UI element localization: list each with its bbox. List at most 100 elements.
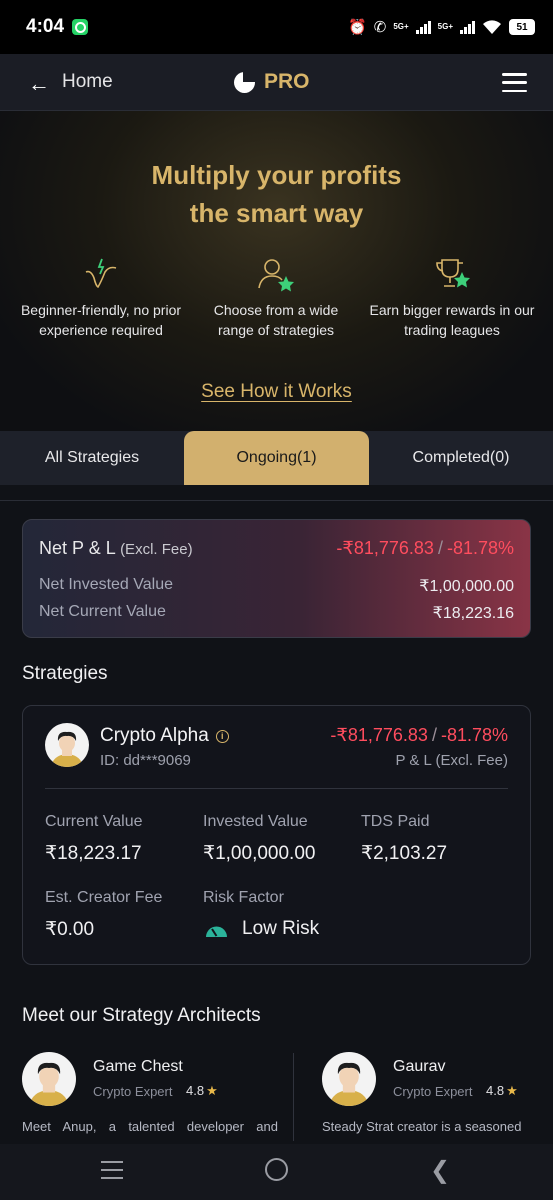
net-current-value: ₹18,223.16	[432, 605, 514, 622]
strategy-id: ID: dd***9069	[100, 752, 191, 769]
net-pnl-percent: -81.78%	[446, 538, 514, 558]
avatar-illustration	[51, 731, 83, 767]
feature-text-line-1: Beginner-friendly, no prior	[20, 302, 182, 318]
see-how-it-works-link[interactable]: See How it Works	[0, 381, 553, 403]
network-label-1: 5G+	[393, 22, 409, 31]
back-chevron-icon[interactable]: ❮	[430, 1156, 450, 1185]
app-header: ← Home PRO	[0, 54, 553, 111]
avatar-illustration	[329, 1062, 369, 1106]
network-label-2: 5G+	[437, 22, 453, 31]
brand-name: PRO	[264, 70, 310, 93]
home-link[interactable]: Home	[62, 71, 113, 93]
net-invested-label: Net Invested Value	[39, 576, 174, 593]
status-icons: ⏰ ✆ 5G+ 5G+ 51	[348, 19, 535, 35]
logo-icon	[234, 71, 255, 93]
signal-icon-2	[460, 20, 475, 34]
feature-text-line-1: Choose from a wide	[213, 302, 339, 318]
hero-banner: Multiply your profits the smart way Begi…	[0, 111, 553, 431]
architect-description: Steady Strat creator is a seasoned	[322, 1119, 522, 1134]
star-icon: ★	[206, 1083, 218, 1098]
tab-all-strategies[interactable]: All Strategies	[0, 431, 184, 485]
risk-factor-value: Low Risk	[242, 918, 320, 939]
architect-name: Gaurav	[393, 1058, 446, 1075]
system-nav-bar: ❮	[0, 1144, 553, 1200]
alarm-icon: ⏰	[348, 18, 367, 36]
avatar	[45, 723, 89, 767]
wifi-icon	[483, 19, 501, 34]
divider	[293, 1053, 294, 1141]
tab-completed[interactable]: Completed(0)	[369, 431, 553, 485]
signal-icon-1	[415, 20, 431, 34]
current-value: ₹18,223.17	[45, 843, 142, 864]
net-pnl-title: Net P & L (Excl. Fee)	[39, 538, 193, 559]
home-circle-icon[interactable]	[265, 1158, 288, 1181]
net-pnl-title-suffix: (Excl. Fee)	[120, 541, 193, 558]
architect-description: Meet Anup, a talented developer and	[22, 1119, 278, 1134]
feature-text-line-1: Earn bigger rewards in our	[369, 302, 535, 318]
net-invested-value: ₹1,00,000.00	[419, 578, 514, 595]
avatar	[322, 1052, 376, 1106]
separator: /	[437, 538, 443, 558]
architect-name: Game Chest	[93, 1058, 183, 1075]
invested-value: ₹1,00,000.00	[203, 843, 316, 864]
hero-title-line-2: the smart way	[189, 198, 364, 228]
architect-card[interactable]: Game Chest Crypto Expert 4.8 ★ Meet Anup,…	[22, 1050, 280, 1150]
status-time: 4:04	[26, 16, 65, 37]
strategy-pnl-percent: -81.78%	[440, 725, 508, 745]
info-icon[interactable]: i	[215, 729, 229, 743]
net-pnl-amount: -₹81,776.83	[336, 538, 434, 558]
hamburger-menu-icon[interactable]	[502, 73, 527, 92]
chart-spark-icon	[85, 258, 117, 289]
net-pnl-value: -₹81,776.83/-81.78%	[336, 538, 514, 559]
strategy-name-text: Crypto Alpha	[100, 725, 209, 746]
trophy-star-icon	[436, 259, 470, 288]
strategy-pnl-amount: -₹81,776.83	[330, 725, 428, 745]
feature-strategies: Choose from a wide range of strategies	[191, 256, 361, 340]
star-icon: ★	[506, 1083, 518, 1098]
hero-title-line-1: Multiply your profits	[151, 160, 402, 190]
tds-paid-label: TDS Paid	[361, 813, 430, 830]
whatsapp-notification-icon	[72, 19, 89, 35]
divider	[0, 500, 553, 501]
risk-factor-label: Risk Factor	[203, 889, 284, 906]
feature-text-line-2: experience required	[39, 322, 163, 338]
rating-value: 4.8	[186, 1083, 205, 1098]
architect-rating: 4.8 ★	[186, 1083, 218, 1099]
tab-ongoing[interactable]: Ongoing(1)	[184, 431, 369, 485]
current-value-label: Current Value	[45, 813, 143, 830]
feature-rewards: Earn bigger rewards in our trading leagu…	[367, 256, 537, 340]
separator: /	[431, 725, 437, 745]
net-current-label: Net Current Value	[39, 603, 166, 620]
net-pnl-card: Net P & L (Excl. Fee) -₹81,776.83/-81.78…	[22, 519, 531, 638]
invested-value-label: Invested Value	[203, 813, 308, 830]
strategy-card[interactable]: Crypto Alpha i ID: dd***9069 -₹81,776.83…	[22, 705, 531, 965]
back-arrow-icon[interactable]: ←	[28, 71, 50, 97]
avatar	[22, 1052, 76, 1106]
architect-role: Crypto Expert	[393, 1084, 473, 1099]
strategy-tabs: All Strategies Ongoing(1) Completed(0)	[0, 431, 553, 485]
strategy-name: Crypto Alpha i	[100, 725, 229, 747]
recent-apps-icon[interactable]	[101, 1161, 123, 1179]
net-pnl-title-text: Net P & L	[39, 538, 116, 558]
strategy-pnl: -₹81,776.83/-81.78%	[330, 725, 508, 746]
creator-fee-label: Est. Creator Fee	[45, 889, 163, 906]
architects-heading: Meet our Strategy Architects	[22, 1005, 261, 1026]
creator-fee-value: ₹0.00	[45, 919, 95, 940]
user-star-icon	[258, 259, 294, 292]
feature-beginner: Beginner-friendly, no prior experience r…	[16, 256, 186, 340]
battery-icon: 51	[509, 19, 535, 35]
strategies-heading: Strategies	[22, 663, 108, 684]
feature-text-line-2: range of strategies	[218, 322, 334, 338]
avatar-illustration	[29, 1062, 69, 1106]
rating-value: 4.8	[486, 1083, 505, 1098]
brand-logo: PRO	[234, 70, 310, 94]
architect-rating: 4.8 ★	[486, 1083, 518, 1099]
architect-card[interactable]: Gaurav Crypto Expert 4.8 ★ Steady Strat c…	[322, 1050, 553, 1150]
architect-role: Crypto Expert	[93, 1084, 173, 1099]
feature-text-line-2: trading leagues	[404, 322, 500, 338]
wifi-call-icon: ✆	[373, 18, 387, 36]
divider	[45, 788, 508, 789]
strategy-pnl-label: P & L (Excl. Fee)	[395, 752, 508, 769]
gauge-icon	[206, 926, 227, 937]
status-bar: 4:04 ⏰ ✆ 5G+ 5G+ 51	[0, 0, 553, 54]
